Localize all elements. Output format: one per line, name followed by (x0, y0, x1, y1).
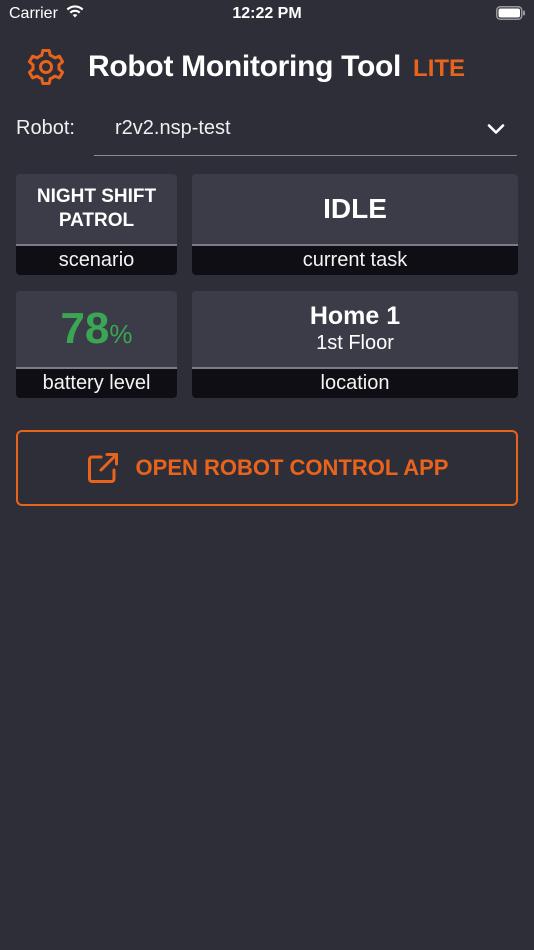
scenario-value: NIGHT SHIFT PATROL (36, 186, 157, 231)
robot-dropdown[interactable]: r2v2.nsp-test (94, 108, 517, 156)
current-task-value: IDLE (323, 193, 387, 224)
battery-value: 78 (60, 304, 110, 353)
status-time: 12:22 PM (232, 5, 302, 22)
scenario-card: NIGHT SHIFT PATROL scenario (16, 174, 177, 275)
location-caption: location (192, 367, 518, 398)
gear-icon[interactable] (26, 47, 66, 87)
battery-card-body: 78% (16, 291, 177, 367)
edition-badge: LITE (413, 55, 466, 82)
battery-caption: battery level (16, 367, 177, 398)
current-task-card: IDLE current task (192, 174, 518, 275)
chevron-down-icon (487, 124, 505, 134)
battery-unit: % (109, 319, 133, 349)
current-task-caption: current task (192, 244, 518, 275)
battery-card: 78% battery level (16, 291, 177, 398)
robot-label: Robot: (16, 117, 75, 139)
app-header: Robot Monitoring Tool LITE (26, 45, 465, 89)
location-card-body: Home 1 1st Floor (192, 291, 518, 367)
battery-icon (496, 6, 525, 20)
location-floor: 1st Floor (316, 332, 394, 354)
scenario-card-body: NIGHT SHIFT PATROL (16, 174, 177, 244)
status-bar: Carrier 12:22 PM (0, 0, 534, 30)
robot-dropdown-value: r2v2.nsp-test (115, 117, 231, 139)
current-task-card-body: IDLE (192, 174, 518, 244)
external-link-icon (87, 453, 118, 483)
open-button-label: OPEN ROBOT CONTROL APP (135, 455, 449, 480)
app-title: Robot Monitoring Tool (88, 50, 402, 83)
open-robot-control-app-button[interactable]: OPEN ROBOT CONTROL APP (16, 430, 518, 506)
location-name: Home 1 (309, 302, 401, 330)
battery-reading: 78% (60, 304, 132, 354)
location-card: Home 1 1st Floor location (192, 291, 518, 398)
scenario-caption: scenario (16, 244, 177, 275)
